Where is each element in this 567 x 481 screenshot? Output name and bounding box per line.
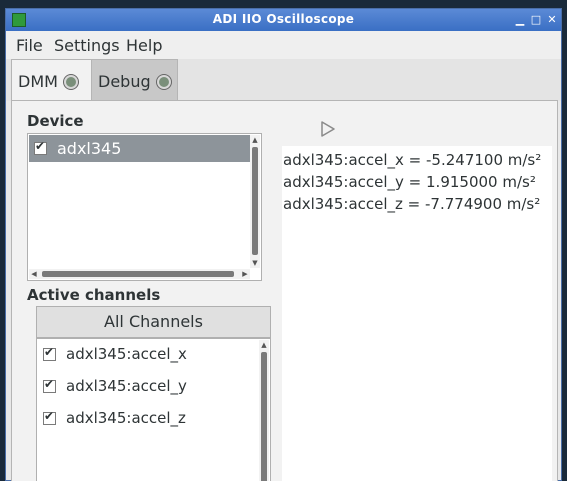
scrollbar-thumb[interactable] [42,271,234,277]
device-heading: Device [27,112,84,130]
window-title: ADI IIO Oscilloscope [212,12,355,26]
menu-help[interactable]: Help [126,36,162,55]
gear-icon [63,75,78,89]
scroll-left-icon[interactable]: ◀ [29,269,39,279]
menu-bar: File Settings Help [6,31,561,59]
channel-item-accel-x[interactable]: adxl345:accel_x [37,339,259,369]
channel-label: adxl345:accel_x [66,345,187,363]
menu-settings[interactable]: Settings [54,36,120,55]
channel-checkbox[interactable] [43,409,56,425]
channel-item-accel-y[interactable]: adxl345:accel_y [37,371,259,401]
reading-accel-x: adxl345:accel_x = -5.247100 m/s² [283,151,542,169]
close-icon[interactable]: ✕ [545,13,559,27]
channel-item-accel-z[interactable]: adxl345:accel_z [37,403,259,433]
channel-checkbox[interactable] [43,345,56,361]
device-name: adxl345 [57,139,122,158]
device-list: adxl345 ▲ ▼ ◀ ▶ [27,133,262,281]
scroll-up-icon[interactable]: ▲ [259,340,269,350]
device-checkbox[interactable] [34,139,47,155]
tab-debug-label: Debug [98,72,151,91]
play-icon[interactable] [320,120,336,138]
device-row-adxl345[interactable]: adxl345 [29,135,251,162]
channel-list-vscrollbar[interactable]: ▲ [259,340,269,481]
channel-list: adxl345:accel_x adxl345:accel_y adxl345:… [36,338,271,481]
scroll-right-icon[interactable]: ▶ [240,269,250,279]
tab-dmm[interactable]: DMM [11,59,92,101]
gear-icon [156,75,171,89]
reading-accel-z: adxl345:accel_z = -7.774900 m/s² [283,195,541,213]
scroll-up-icon[interactable]: ▲ [250,135,260,145]
channel-checkbox[interactable] [43,377,56,393]
channel-label: adxl345:accel_y [66,377,187,395]
scroll-down-icon[interactable]: ▼ [250,258,260,268]
minimize-icon[interactable]: ▁ [513,13,527,27]
all-channels-button[interactable]: All Channels [36,306,271,338]
readings-display: adxl345:accel_x = -5.247100 m/s² adxl345… [282,146,552,481]
tab-debug[interactable]: Debug [91,59,178,100]
scrollbar-thumb[interactable] [261,352,267,481]
device-list-hscrollbar[interactable]: ◀ ▶ [29,269,250,279]
tab-dmm-label: DMM [18,72,58,91]
channels-heading: Active channels [27,286,161,304]
scrollbar-thumb[interactable] [252,147,258,255]
tab-bar: DMM Debug [6,59,561,101]
menu-file[interactable]: File [16,36,43,55]
dmm-panel: Device adxl345 ▲ ▼ ◀ ▶ Active channels A… [11,100,558,481]
reading-accel-y: adxl345:accel_y = 1.915000 m/s² [283,173,536,191]
device-list-vscrollbar[interactable]: ▲ ▼ [250,135,260,268]
title-bar[interactable]: ADI IIO Oscilloscope ▁ □ ✕ [6,9,561,31]
app-window: ADI IIO Oscilloscope ▁ □ ✕ File Settings… [5,8,562,481]
maximize-icon[interactable]: □ [529,13,543,27]
channel-label: adxl345:accel_z [66,409,186,427]
